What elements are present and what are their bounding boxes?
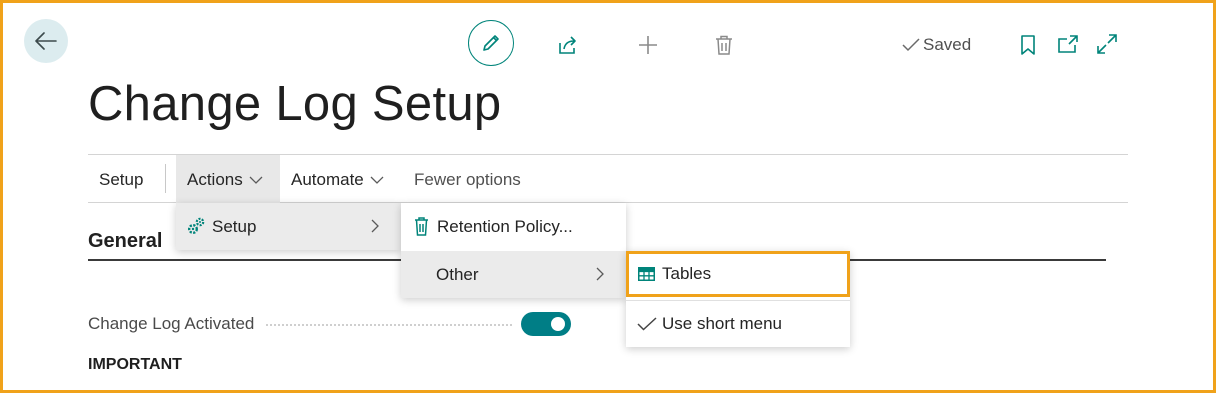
tab-setup-label: Setup bbox=[99, 170, 144, 189]
menu-item-use-short-menu-label: Use short menu bbox=[662, 314, 782, 333]
edit-pencil-icon bbox=[483, 35, 499, 51]
section-title-general: General bbox=[88, 230, 163, 252]
bookmark-icon bbox=[1021, 35, 1035, 55]
open-new-window-button[interactable] bbox=[1057, 33, 1079, 55]
field-label-change-log-activated: Change Log Activated bbox=[88, 314, 255, 333]
tab-automate[interactable]: Automate bbox=[291, 168, 384, 192]
trash-icon bbox=[415, 217, 428, 236]
menu-item-use-short-menu[interactable]: Use short menu bbox=[626, 301, 850, 347]
new-button[interactable] bbox=[636, 33, 660, 57]
important-label: IMPORTANT bbox=[88, 356, 182, 373]
tab-fewer-options[interactable]: Fewer options bbox=[414, 168, 521, 192]
chevron-down-icon bbox=[249, 176, 263, 184]
menu-item-setup[interactable]: Setup bbox=[176, 203, 401, 250]
chevron-right-icon bbox=[596, 267, 604, 281]
action-bar-separator bbox=[165, 164, 166, 193]
menu-item-retention-policy-label: Retention Policy... bbox=[437, 217, 573, 236]
tab-automate-label: Automate bbox=[291, 170, 364, 189]
menu-item-other-label: Other bbox=[436, 264, 479, 284]
delete-button[interactable] bbox=[712, 33, 736, 57]
chevron-right-icon bbox=[371, 219, 379, 233]
delete-trash-icon bbox=[716, 35, 732, 55]
checkmark-icon bbox=[637, 317, 657, 331]
tab-actions-label: Actions bbox=[187, 170, 243, 189]
bookmark-button[interactable] bbox=[1017, 34, 1039, 56]
back-arrow-icon bbox=[35, 32, 57, 50]
actions-menu: Setup bbox=[176, 203, 401, 250]
open-new-window-icon bbox=[1058, 35, 1078, 53]
field-leader-dots bbox=[266, 324, 512, 326]
chevron-down-icon bbox=[370, 176, 384, 184]
menu-item-retention-policy[interactable]: Retention Policy... bbox=[401, 203, 626, 251]
share-button[interactable] bbox=[556, 33, 580, 57]
checkmark-icon bbox=[902, 38, 920, 52]
setup-gears-icon bbox=[188, 217, 205, 234]
edit-button[interactable] bbox=[468, 20, 514, 66]
menu-item-other[interactable]: Other bbox=[401, 251, 626, 298]
back-button[interactable] bbox=[24, 19, 68, 63]
add-plus-icon bbox=[639, 36, 657, 54]
menu-item-setup-label: Setup bbox=[212, 216, 257, 236]
tables-highlight-outline bbox=[626, 251, 850, 297]
tab-actions[interactable]: Actions bbox=[187, 168, 263, 192]
share-icon bbox=[559, 36, 576, 54]
tab-setup[interactable]: Setup bbox=[99, 168, 143, 192]
expand-icon bbox=[1097, 34, 1117, 54]
page-title: Change Log Setup bbox=[88, 77, 502, 131]
setup-submenu: Retention Policy... Other bbox=[401, 203, 626, 298]
saved-label: Saved bbox=[923, 35, 972, 54]
tab-fewer-options-label: Fewer options bbox=[414, 170, 521, 189]
expand-button[interactable] bbox=[1096, 33, 1118, 55]
change-log-activated-toggle[interactable] bbox=[521, 312, 571, 336]
toggle-knob bbox=[551, 317, 565, 331]
save-status: Saved bbox=[902, 34, 971, 56]
